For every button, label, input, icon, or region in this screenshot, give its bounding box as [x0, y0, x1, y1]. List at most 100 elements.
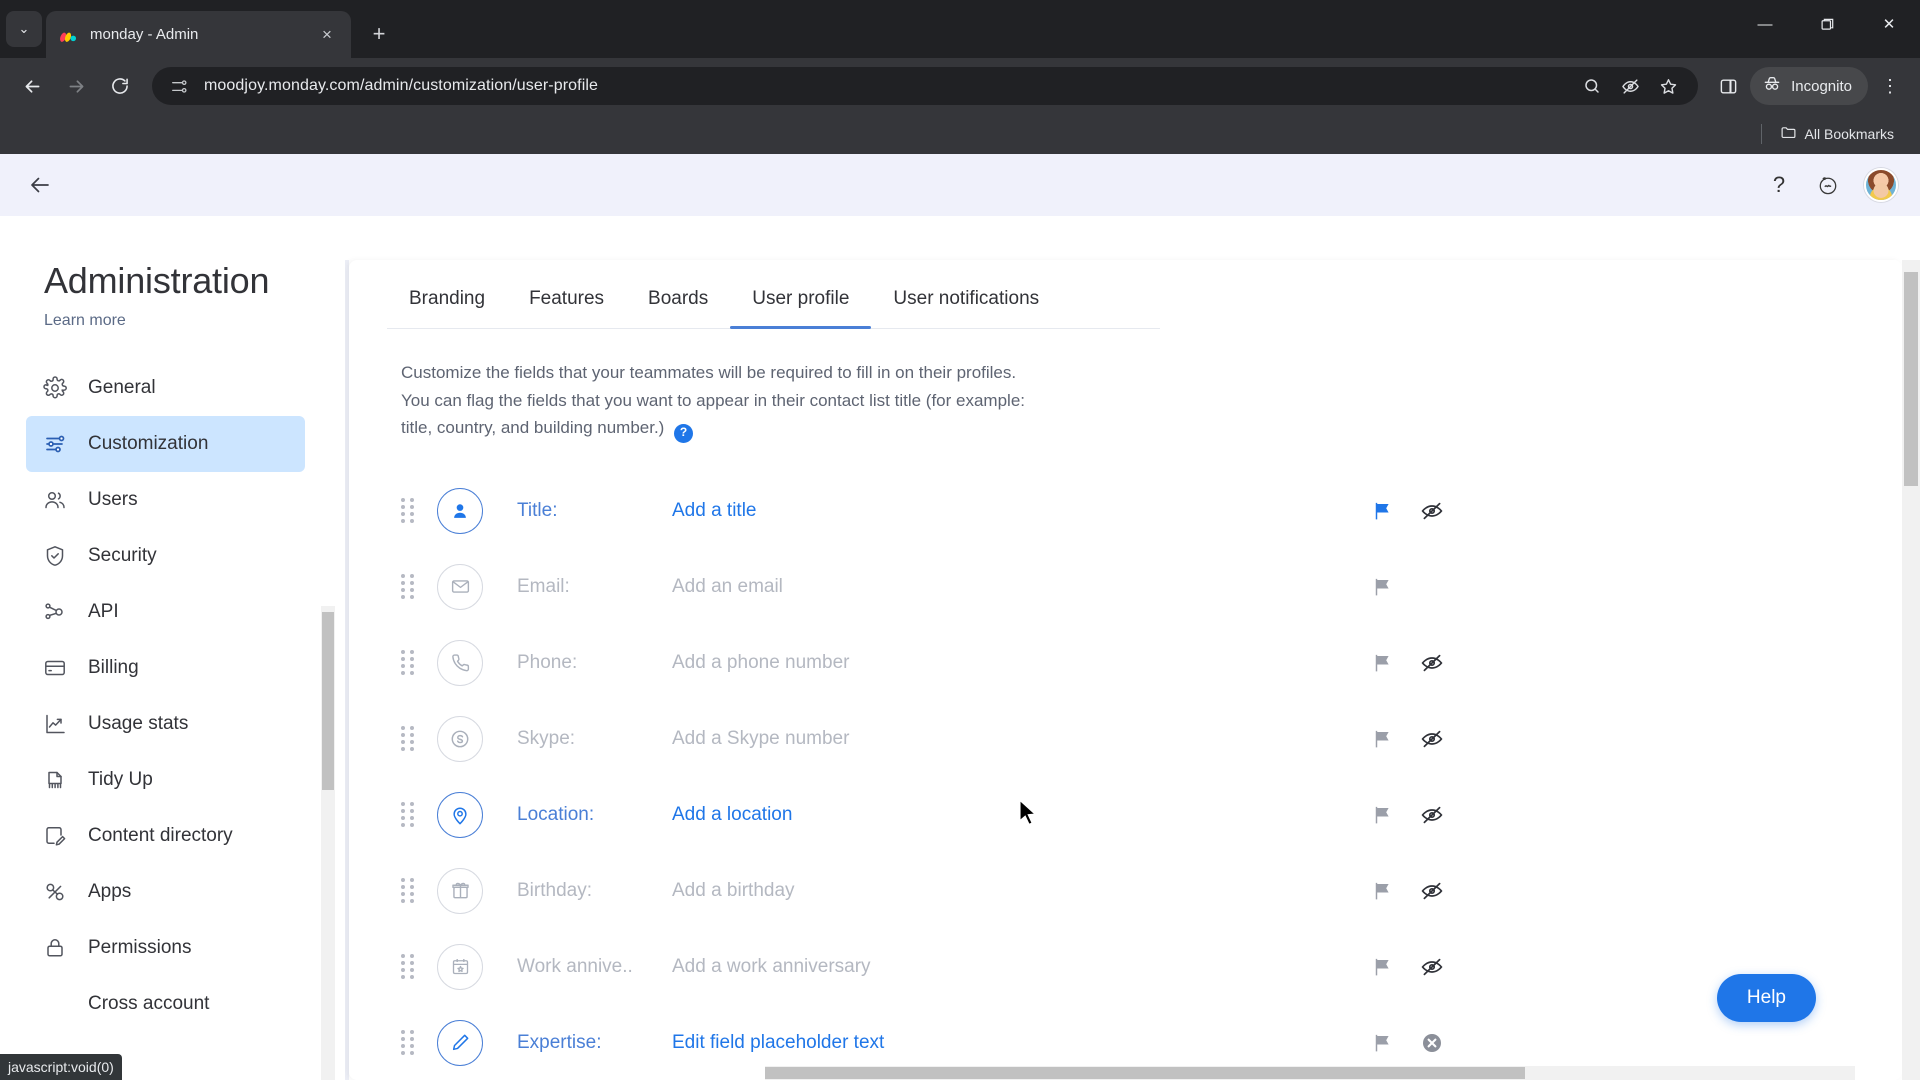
- field-actions: [1367, 496, 1557, 526]
- field-row[interactable]: Work annive.. Add a work anniversary: [367, 929, 1902, 1005]
- drag-handle-icon[interactable]: [401, 574, 417, 600]
- field-label: Birthday:: [517, 879, 592, 901]
- field-row[interactable]: Title: Add a title: [367, 473, 1902, 549]
- field-value[interactable]: Add a Skype number: [672, 728, 849, 750]
- learn-more-link[interactable]: Learn more: [0, 302, 126, 330]
- drag-handle-icon[interactable]: [401, 1030, 417, 1056]
- forward-button[interactable]: [56, 66, 96, 106]
- close-window-button[interactable]: ✕: [1858, 0, 1920, 48]
- field-value[interactable]: Add an email: [672, 576, 783, 598]
- side-panel-icon[interactable]: [1710, 68, 1746, 104]
- sidebar-scrollbar[interactable]: ▼: [321, 606, 335, 1080]
- sidebar-item-cross-account[interactable]: Cross account: [26, 976, 305, 1020]
- description-line-2: You can flag the fields that you want to…: [401, 390, 1026, 410]
- app-back-button[interactable]: [22, 167, 58, 203]
- sidebar-scrollbar-thumb[interactable]: [322, 612, 334, 790]
- main-scrollbar[interactable]: [1902, 260, 1920, 1080]
- field-row[interactable]: Phone: Add a phone number: [367, 625, 1902, 701]
- horizontal-scrollbar-thumb[interactable]: [765, 1067, 1525, 1079]
- eye-off-icon[interactable]: [1417, 952, 1447, 982]
- bookmarks-bar: All Bookmarks: [0, 114, 1920, 154]
- field-row[interactable]: Email: Add an email: [367, 549, 1902, 625]
- bookmark-star-icon[interactable]: [1652, 70, 1684, 102]
- drag-handle-icon[interactable]: [401, 802, 417, 828]
- gift-icon: [437, 867, 483, 914]
- sliders-icon: [42, 431, 68, 457]
- flag-icon[interactable]: [1367, 952, 1397, 982]
- sidebar-item-billing[interactable]: Billing: [26, 640, 305, 696]
- avatar[interactable]: [1864, 168, 1898, 202]
- flag-icon[interactable]: [1367, 496, 1397, 526]
- help-question-icon[interactable]: ?: [1766, 172, 1792, 198]
- drag-handle-icon[interactable]: [401, 878, 417, 904]
- description-line-1: Customize the fields that your teammates…: [401, 363, 1017, 382]
- new-tab-button[interactable]: +: [361, 16, 397, 52]
- maximize-button[interactable]: [1796, 0, 1858, 48]
- horizontal-scrollbar[interactable]: [765, 1066, 1855, 1080]
- browser-tab[interactable]: monday - Admin ×: [46, 11, 351, 58]
- sidebar-item-api[interactable]: API: [26, 584, 305, 640]
- field-row[interactable]: Skype: Add a Skype number: [367, 701, 1902, 777]
- eye-off-icon[interactable]: [1614, 70, 1646, 102]
- tab-features[interactable]: Features: [507, 274, 626, 328]
- browser-toolbar: moodjoy.monday.com/admin/customization/u…: [0, 58, 1920, 114]
- search-icon[interactable]: [1576, 70, 1608, 102]
- window-controls: — ✕: [1734, 0, 1920, 48]
- eye-off-icon[interactable]: [1417, 724, 1447, 754]
- sidebar-item-general[interactable]: General: [26, 360, 305, 416]
- sidebar-item-permissions[interactable]: Permissions: [26, 920, 305, 976]
- flag-icon[interactable]: [1367, 876, 1397, 906]
- eye-off-icon[interactable]: [1417, 800, 1447, 830]
- incognito-label: Incognito: [1791, 77, 1852, 95]
- sidebar-item-apps[interactable]: Apps: [26, 864, 305, 920]
- eye-off-icon[interactable]: [1417, 496, 1447, 526]
- reload-button[interactable]: [100, 66, 140, 106]
- field-value[interactable]: Edit field placeholder text: [672, 1032, 884, 1054]
- flag-icon[interactable]: [1367, 724, 1397, 754]
- sidebar-item-users[interactable]: Users: [26, 472, 305, 528]
- eye-off-icon[interactable]: [1417, 876, 1447, 906]
- field-value[interactable]: Add a phone number: [672, 652, 849, 674]
- field-value[interactable]: Add a birthday: [672, 880, 795, 902]
- address-bar[interactable]: moodjoy.monday.com/admin/customization/u…: [152, 67, 1699, 105]
- back-button[interactable]: [12, 66, 52, 106]
- flag-icon[interactable]: [1367, 1028, 1397, 1058]
- tab-branding[interactable]: Branding: [387, 274, 507, 328]
- sidebar-item-label: Cross account: [88, 993, 210, 1014]
- drag-handle-icon[interactable]: [401, 954, 417, 980]
- tab-user-notifications[interactable]: User notifications: [871, 274, 1061, 328]
- tab-boards[interactable]: Boards: [626, 274, 730, 328]
- field-actions: [1367, 724, 1557, 754]
- sidebar-item-usage-stats[interactable]: Usage stats: [26, 696, 305, 752]
- flag-icon[interactable]: [1367, 572, 1397, 602]
- close-icon[interactable]: ×: [315, 23, 339, 47]
- eye-off-icon[interactable]: [1417, 648, 1447, 678]
- sidebar-item-content-directory[interactable]: Content directory: [26, 808, 305, 864]
- sidebar-item-security[interactable]: Security: [26, 528, 305, 584]
- field-row[interactable]: Birthday: Add a birthday: [367, 853, 1902, 929]
- activity-monitor-icon[interactable]: [1812, 169, 1844, 201]
- tab-user-profile[interactable]: User profile: [730, 274, 872, 329]
- chrome-menu-icon[interactable]: ⋮: [1872, 68, 1908, 104]
- help-badge-icon[interactable]: ?: [674, 423, 694, 443]
- field-value[interactable]: Add a work anniversary: [672, 956, 871, 978]
- tab-search-caret-icon[interactable]: ⌄: [6, 11, 42, 47]
- sidebar-item-customization[interactable]: Customization: [26, 416, 305, 472]
- incognito-indicator[interactable]: Incognito: [1750, 67, 1868, 105]
- flag-icon[interactable]: [1367, 800, 1397, 830]
- drag-handle-icon[interactable]: [401, 650, 417, 676]
- field-value[interactable]: Add a title: [672, 500, 757, 522]
- main-content: Branding Features Boards User profile Us…: [345, 216, 1920, 1080]
- field-row[interactable]: Location: Add a location: [367, 777, 1902, 853]
- remove-field-icon[interactable]: [1417, 1028, 1447, 1058]
- sidebar-item-tidy-up[interactable]: Tidy Up: [26, 752, 305, 808]
- drag-handle-icon[interactable]: [401, 726, 417, 752]
- drag-handle-icon[interactable]: [401, 498, 417, 524]
- page-settings-icon[interactable]: [166, 73, 192, 99]
- main-scrollbar-thumb[interactable]: [1904, 272, 1918, 486]
- flag-icon[interactable]: [1367, 648, 1397, 678]
- all-bookmarks-button[interactable]: All Bookmarks: [1772, 120, 1902, 148]
- minimize-button[interactable]: —: [1734, 0, 1796, 48]
- field-value[interactable]: Add a location: [672, 804, 792, 826]
- help-button[interactable]: Help: [1716, 974, 1816, 1022]
